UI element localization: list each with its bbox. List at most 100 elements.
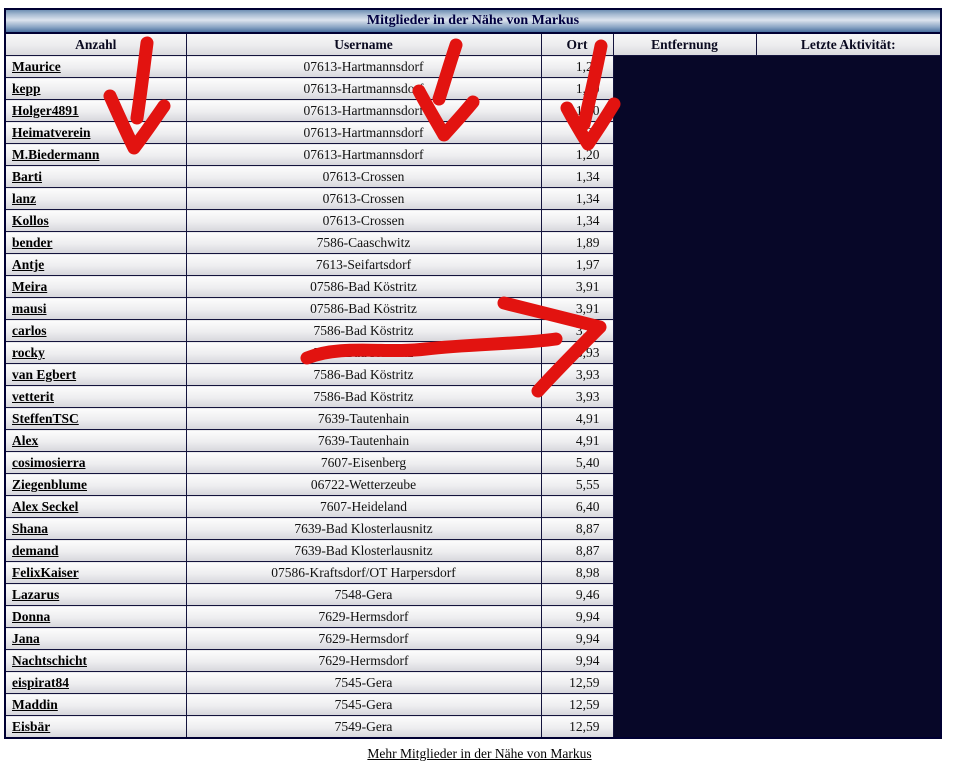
- redacted-aktivitaet-cell: [755, 275, 942, 298]
- member-link[interactable]: Donna: [12, 609, 50, 624]
- member-link[interactable]: Eisbär: [12, 719, 50, 734]
- member-link[interactable]: Kollos: [12, 213, 49, 228]
- redacted-entfernung-cell: [612, 187, 757, 210]
- member-link[interactable]: Ziegenblume: [12, 477, 87, 492]
- member-distance-cell: 9,46: [540, 583, 614, 606]
- member-link[interactable]: vetterit: [12, 389, 54, 404]
- redacted-aktivitaet-cell: [755, 693, 942, 716]
- member-link[interactable]: lanz: [12, 191, 36, 206]
- redacted-entfernung-cell: [612, 517, 757, 540]
- redacted-entfernung-cell: [612, 385, 757, 408]
- redacted-entfernung-cell: [612, 539, 757, 562]
- member-location-cell: 07613-Hartmannsdorf: [185, 143, 542, 166]
- member-distance-cell: 1,20: [540, 55, 614, 78]
- member-link[interactable]: mausi: [12, 301, 47, 316]
- redacted-aktivitaet-cell: [755, 209, 942, 232]
- table-row: Kollos 07613-Crossen 1,34: [4, 209, 942, 232]
- member-distance-cell: 1,89: [540, 231, 614, 254]
- table-row: cosimosierra 7607-Eisenberg 5,40: [4, 451, 942, 474]
- member-link[interactable]: demand: [12, 543, 59, 558]
- table-row: carlos 7586-Bad Köstritz 3,93: [4, 319, 942, 342]
- table-row: bender 7586-Caaschwitz 1,89: [4, 231, 942, 254]
- redacted-aktivitaet-cell: [755, 407, 942, 430]
- table-row: Meira 07586-Bad Köstritz 3,91: [4, 275, 942, 298]
- table-row: van Egbert 7586-Bad Köstritz 3,93: [4, 363, 942, 386]
- member-link[interactable]: Meira: [12, 279, 47, 294]
- redacted-entfernung-cell: [612, 209, 757, 232]
- table-row: kepp 07613-Hartmannsdorf 1,20: [4, 77, 942, 100]
- table-row: Holger4891 07613-Hartmannsdorf 1,20: [4, 99, 942, 122]
- table-row: Heimatverein 07613-Hartmannsdorf 1,20: [4, 121, 942, 144]
- redacted-entfernung-cell: [612, 649, 757, 672]
- table-row: Lazarus 7548-Gera 9,46: [4, 583, 942, 606]
- member-link[interactable]: SteffenTSC: [12, 411, 79, 426]
- redacted-aktivitaet-cell: [755, 605, 942, 628]
- table-row: Alex Seckel 7607-Heideland 6,40: [4, 495, 942, 518]
- member-location-cell: 7586-Bad Köstritz: [185, 385, 542, 408]
- table-row: lanz 07613-Crossen 1,34: [4, 187, 942, 210]
- member-link[interactable]: Lazarus: [12, 587, 59, 602]
- member-link[interactable]: Alex: [12, 433, 38, 448]
- member-location-cell: 07613-Crossen: [185, 165, 542, 188]
- member-link[interactable]: Maddin: [12, 697, 58, 712]
- member-link[interactable]: Jana: [12, 631, 40, 646]
- member-link[interactable]: van Egbert: [12, 367, 76, 382]
- member-location-cell: 07586-Bad Köstritz: [185, 297, 542, 320]
- redacted-aktivitaet-cell: [755, 451, 942, 474]
- member-link[interactable]: Alex Seckel: [12, 499, 78, 514]
- member-location-cell: 07613-Crossen: [185, 187, 542, 210]
- member-location-cell: 7548-Gera: [185, 583, 542, 606]
- title-row: Mitglieder in der Nähe von Markus: [4, 8, 942, 34]
- member-link[interactable]: FelixKaiser: [12, 565, 79, 580]
- redacted-entfernung-cell: [612, 627, 757, 650]
- member-distance-cell: 12,59: [540, 715, 614, 739]
- more-members-link[interactable]: Mehr Mitglieder in der Nähe von Markus: [367, 746, 591, 761]
- member-distance-cell: 5,40: [540, 451, 614, 474]
- redacted-aktivitaet-cell: [755, 165, 942, 188]
- member-link[interactable]: eispirat84: [12, 675, 69, 690]
- redacted-aktivitaet-cell: [755, 649, 942, 672]
- member-link[interactable]: cosimosierra: [12, 455, 85, 470]
- member-location-cell: 07613-Crossen: [185, 209, 542, 232]
- member-link[interactable]: M.Biedermann: [12, 147, 99, 162]
- table-row: Donna 7629-Hermsdorf 9,94: [4, 605, 942, 628]
- member-link[interactable]: rocky: [12, 345, 45, 360]
- member-link[interactable]: Antje: [12, 257, 44, 272]
- member-distance-cell: 12,59: [540, 671, 614, 694]
- redacted-aktivitaet-cell: [755, 341, 942, 364]
- redacted-aktivitaet-cell: [755, 55, 942, 78]
- member-location-cell: 06722-Wetterzeube: [185, 473, 542, 496]
- table-row: mausi 07586-Bad Köstritz 3,91: [4, 297, 942, 320]
- member-link[interactable]: Barti: [12, 169, 42, 184]
- member-distance-cell: 8,87: [540, 517, 614, 540]
- members-table: Mitglieder in der Nähe von Markus Anzahl…: [4, 8, 943, 739]
- redacted-aktivitaet-cell: [755, 473, 942, 496]
- table-row: Antje 7613-Seifartsdorf 1,97: [4, 253, 942, 276]
- redacted-entfernung-cell: [612, 275, 757, 298]
- column-header-aktivitaet: Letzte Aktivität:: [755, 32, 942, 56]
- member-link[interactable]: Holger4891: [12, 103, 79, 118]
- redacted-entfernung-cell: [612, 671, 757, 694]
- redacted-entfernung-cell: [612, 121, 757, 144]
- member-link[interactable]: Maurice: [12, 59, 61, 74]
- column-header-ort: Ort: [540, 32, 614, 56]
- redacted-entfernung-cell: [612, 231, 757, 254]
- member-location-cell: 7549-Gera: [185, 715, 542, 739]
- member-link[interactable]: kepp: [12, 81, 41, 96]
- redacted-entfernung-cell: [612, 143, 757, 166]
- member-distance-cell: 1,34: [540, 209, 614, 232]
- member-link[interactable]: carlos: [12, 323, 47, 338]
- redacted-aktivitaet-cell: [755, 77, 942, 100]
- member-location-cell: 7629-Hermsdorf: [185, 627, 542, 650]
- redacted-entfernung-cell: [612, 583, 757, 606]
- redacted-aktivitaet-cell: [755, 429, 942, 452]
- member-location-cell: 7545-Gera: [185, 693, 542, 716]
- member-link[interactable]: Shana: [12, 521, 48, 536]
- redacted-aktivitaet-cell: [755, 143, 942, 166]
- member-location-cell: 07613-Hartmannsdorf: [185, 55, 542, 78]
- member-link[interactable]: bender: [12, 235, 53, 250]
- member-link[interactable]: Heimatverein: [12, 125, 90, 140]
- member-link[interactable]: Nachtschicht: [12, 653, 87, 668]
- redacted-entfernung-cell: [612, 363, 757, 386]
- redacted-aktivitaet-cell: [755, 495, 942, 518]
